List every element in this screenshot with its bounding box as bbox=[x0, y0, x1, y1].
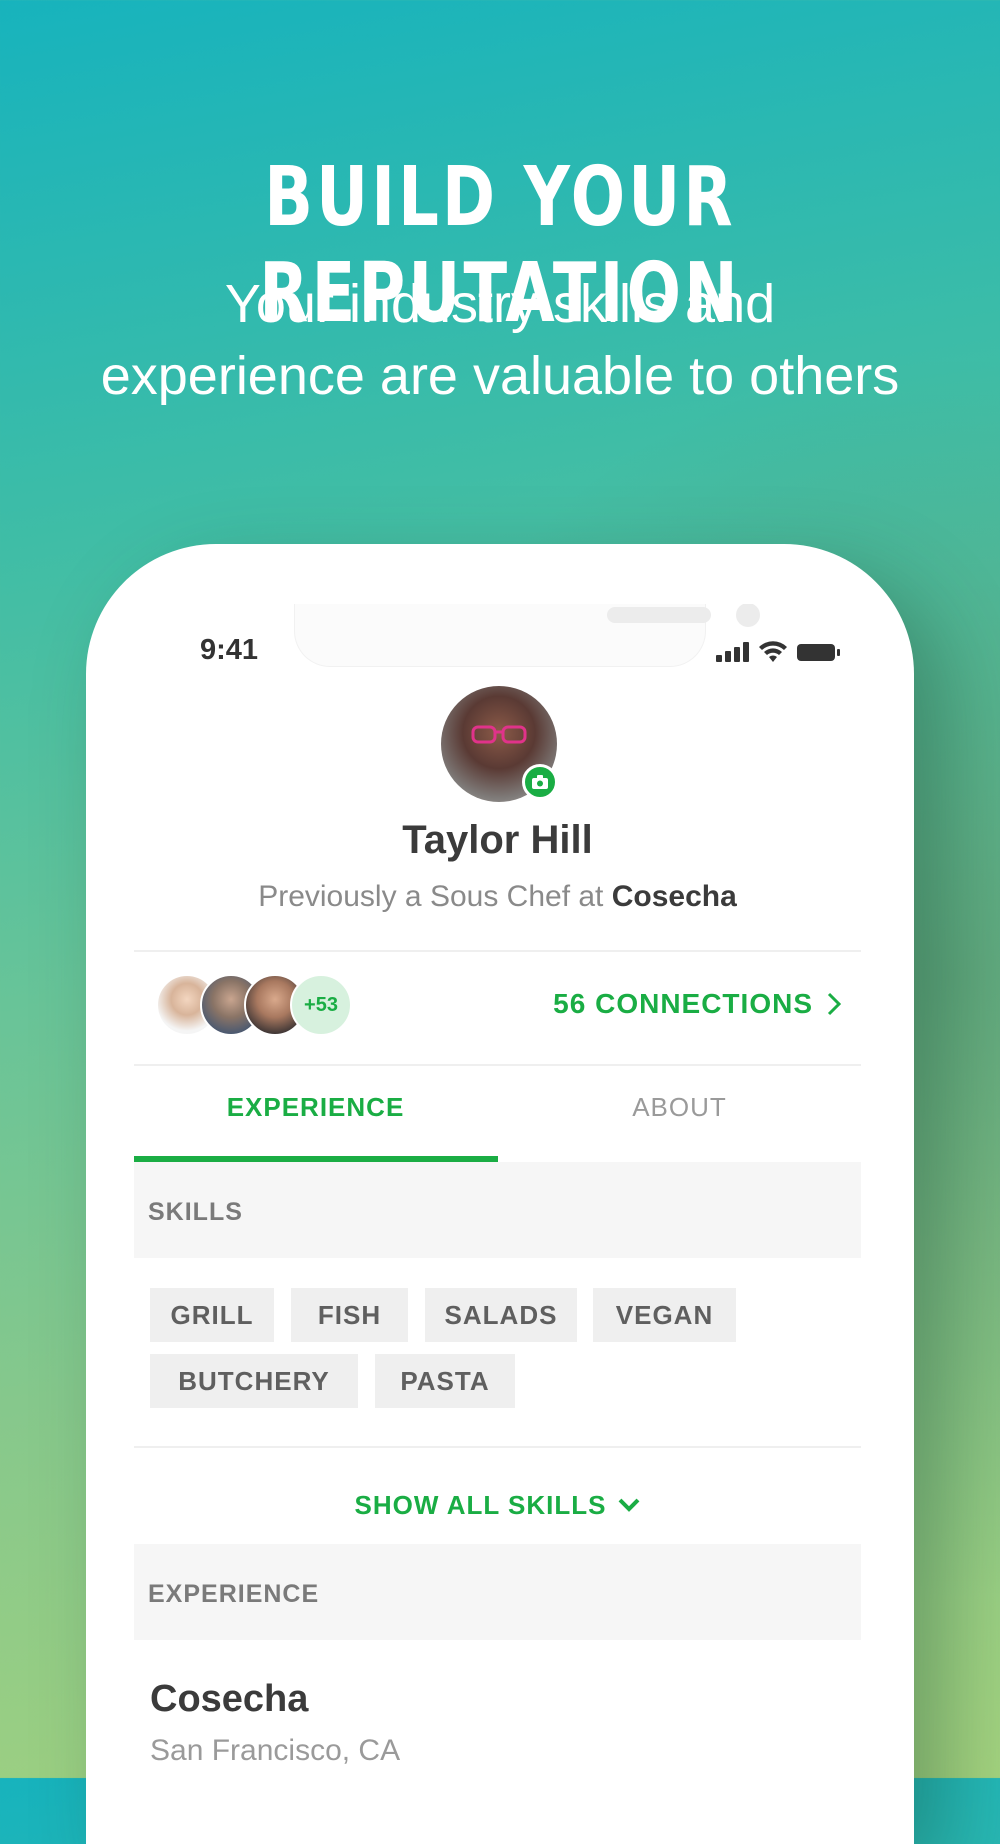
experience-location: San Francisco, CA bbox=[150, 1734, 401, 1767]
skills-section-header: SKILLS bbox=[134, 1162, 861, 1258]
change-photo-button[interactable] bbox=[522, 764, 558, 800]
glasses-icon bbox=[471, 725, 527, 744]
experience-company[interactable]: Cosecha bbox=[150, 1678, 308, 1721]
show-all-skills-label: SHOW ALL SKILLS bbox=[354, 1489, 607, 1520]
divider bbox=[134, 1446, 861, 1448]
skill-chip[interactable]: VEGAN bbox=[593, 1288, 736, 1342]
phone-screen: 9:41 Taylor Hill Previously a Sous Chef … bbox=[134, 604, 861, 1778]
show-all-skills-button[interactable]: SHOW ALL SKILLS bbox=[134, 1480, 861, 1530]
chevron-down-icon bbox=[619, 1498, 640, 1512]
status-time: 9:41 bbox=[200, 634, 259, 666]
tab-experience[interactable]: EXPERIENCE bbox=[134, 1092, 497, 1123]
camera-icon bbox=[532, 775, 548, 789]
divider bbox=[134, 950, 861, 952]
front-camera bbox=[736, 604, 760, 627]
previous-role-text: Previously a Sous Chef at bbox=[258, 880, 612, 913]
status-icons bbox=[716, 640, 840, 664]
skill-chip[interactable]: BUTCHERY bbox=[150, 1354, 358, 1408]
previous-company: Cosecha bbox=[611, 880, 737, 913]
divider bbox=[134, 1064, 861, 1066]
speaker-grille bbox=[607, 607, 711, 623]
skill-chip[interactable]: FISH bbox=[291, 1288, 408, 1342]
connections-label: 56 CONNECTIONS bbox=[553, 988, 813, 1019]
hero-subhead-line-1: Your industry skills and bbox=[224, 274, 776, 334]
connections-link[interactable]: 56 CONNECTIONS bbox=[553, 982, 841, 1026]
tab-about[interactable]: ABOUT bbox=[498, 1092, 861, 1123]
experience-heading: EXPERIENCE bbox=[148, 1580, 320, 1608]
skill-chip[interactable]: GRILL bbox=[150, 1288, 274, 1342]
wifi-icon bbox=[759, 641, 787, 662]
skill-chip[interactable]: PASTA bbox=[375, 1354, 515, 1408]
more-connections-badge[interactable]: +53 bbox=[290, 974, 352, 1036]
battery-icon bbox=[797, 643, 840, 661]
experience-section-header: EXPERIENCE bbox=[134, 1544, 861, 1640]
previous-role: Previously a Sous Chef at Cosecha bbox=[134, 880, 861, 914]
skill-chip[interactable]: SALADS bbox=[425, 1288, 577, 1342]
hero-subhead: Your industry skills and experience are … bbox=[0, 268, 1000, 412]
chevron-right-icon bbox=[827, 992, 841, 1016]
phone-notch bbox=[294, 604, 760, 667]
profile-name: Taylor Hill bbox=[402, 818, 593, 862]
signal-icon bbox=[716, 642, 749, 662]
hero-subhead-line-2: experience are valuable to others bbox=[100, 346, 900, 406]
skills-heading: SKILLS bbox=[148, 1198, 243, 1226]
